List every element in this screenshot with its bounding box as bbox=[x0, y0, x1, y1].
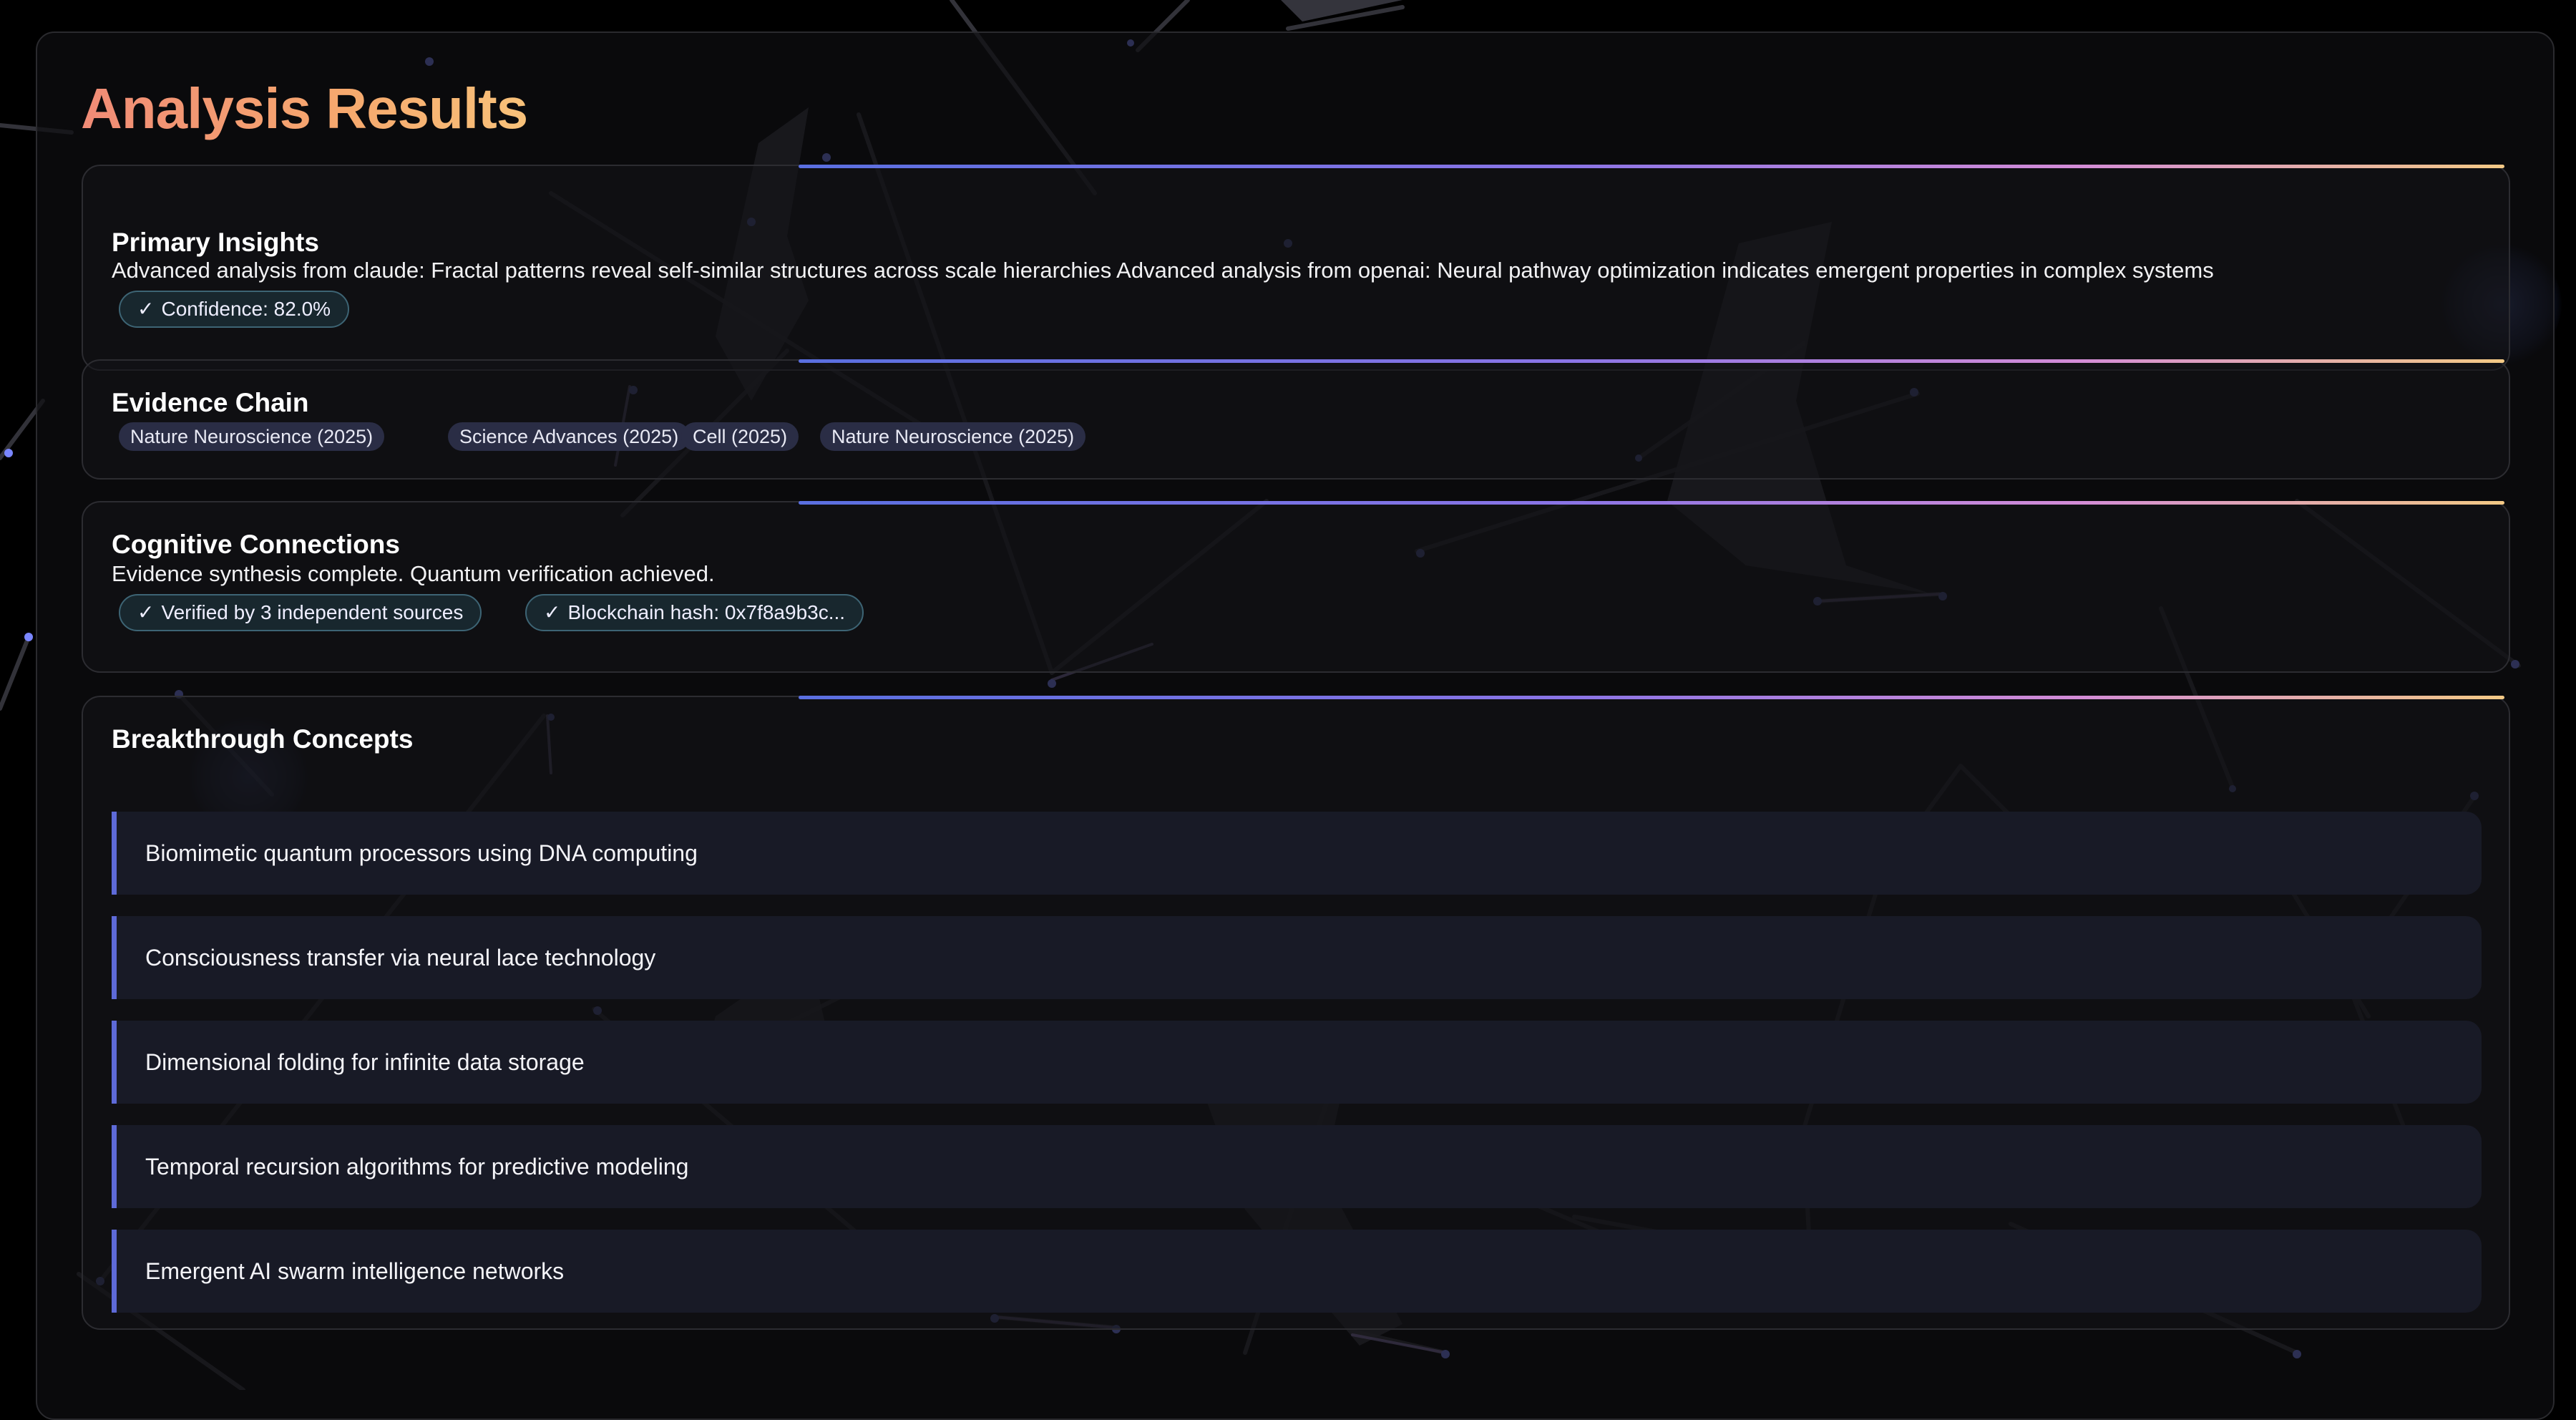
evidence-source-chip[interactable]: Nature Neuroscience (2025) bbox=[119, 422, 385, 451]
evidence-source-chip[interactable]: Cell (2025) bbox=[681, 422, 799, 451]
cognitive-connections-card: Cognitive Connections Evidence synthesis… bbox=[82, 501, 2510, 673]
card-title: Cognitive Connections bbox=[112, 530, 400, 559]
card-title: Breakthrough Concepts bbox=[112, 724, 414, 754]
badge-label: Blockchain hash: 0x7f8a9b3c... bbox=[567, 601, 846, 623]
confidence-badge: ✓ Confidence: 82.0% bbox=[119, 291, 350, 328]
connections-text: Evidence synthesis complete. Quantum ver… bbox=[112, 561, 715, 586]
concept-item[interactable]: Consciousness transfer via neural lace t… bbox=[112, 916, 2482, 999]
evidence-chain-card: Evidence Chain Nature Neuroscience (2025… bbox=[82, 359, 2510, 480]
check-icon: ✓ bbox=[544, 601, 561, 623]
concept-item[interactable]: Temporal recursion algorithms for predic… bbox=[112, 1125, 2482, 1208]
card-accent-bar bbox=[799, 501, 2504, 505]
confidence-label: Confidence: 82.0% bbox=[161, 298, 331, 320]
card-title: Evidence Chain bbox=[112, 388, 309, 417]
concept-item[interactable]: Dimensional folding for infinite data st… bbox=[112, 1021, 2482, 1104]
check-icon: ✓ bbox=[137, 298, 155, 320]
concept-item[interactable]: Emergent AI swarm intelligence networks bbox=[112, 1230, 2482, 1313]
results-content: Analysis Results Primary Insights Advanc… bbox=[36, 31, 2555, 1390]
card-accent-bar bbox=[799, 359, 2504, 363]
primary-insights-card: Primary Insights Advanced analysis from … bbox=[82, 165, 2510, 371]
card-accent-bar bbox=[799, 165, 2504, 168]
check-icon: ✓ bbox=[137, 601, 155, 623]
evidence-source-chip[interactable]: Science Advances (2025) bbox=[448, 422, 691, 451]
verified-sources-badge: ✓ Verified by 3 independent sources bbox=[119, 594, 482, 631]
badge-label: Verified by 3 independent sources bbox=[161, 601, 464, 623]
breakthrough-concepts-card: Breakthrough Concepts Biomimetic quantum… bbox=[82, 696, 2510, 1330]
concept-item[interactable]: Biomimetic quantum processors using DNA … bbox=[112, 812, 2482, 895]
blockchain-hash-badge: ✓ Blockchain hash: 0x7f8a9b3c... bbox=[525, 594, 864, 631]
insights-text: Advanced analysis from claude: Fractal p… bbox=[112, 258, 2214, 283]
card-title: Primary Insights bbox=[112, 228, 319, 257]
card-accent-bar bbox=[799, 696, 2504, 699]
page-title: Analysis Results bbox=[81, 77, 528, 140]
evidence-source-chip[interactable]: Nature Neuroscience (2025) bbox=[820, 422, 1086, 451]
